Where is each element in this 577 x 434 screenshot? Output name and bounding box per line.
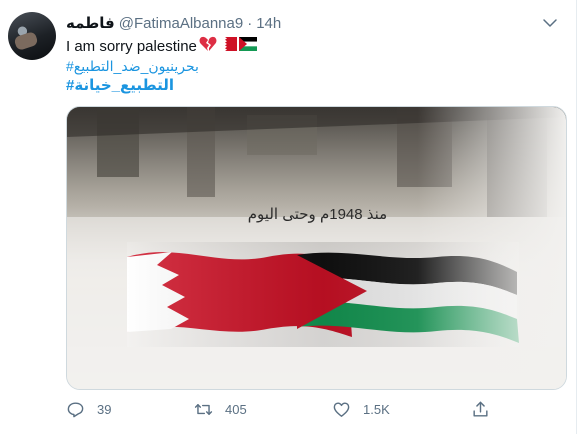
retweet-count: 405 [225, 401, 247, 417]
share-icon [473, 401, 488, 417]
bahrain-flag-icon [218, 37, 237, 57]
share-button[interactable] [471, 397, 502, 421]
display-name[interactable]: فاطمه [66, 14, 115, 32]
reply-count: 39 [97, 401, 112, 417]
heart-icon [333, 401, 350, 417]
tweet-image[interactable]: منذ 1948م وحتى اليوم [66, 106, 567, 390]
tweet-header: فاطمه @FatimaAlbanna9 · 14h [66, 13, 281, 33]
broken-heart-icon [199, 36, 217, 58]
hashtag-link[interactable]: #بحرينيون_ضد_التطبيع [66, 56, 199, 76]
palestine-flag-icon [238, 37, 257, 57]
tweet-text-content: I am sorry palestine [66, 38, 197, 55]
separator-dot: · [247, 14, 253, 32]
reply-button[interactable]: 39 [66, 397, 111, 421]
user-handle[interactable]: @FatimaAlbanna9 [119, 15, 243, 32]
retweet-icon [194, 403, 213, 415]
avatar[interactable] [8, 12, 56, 60]
reply-icon [67, 401, 84, 417]
chevron-down-icon[interactable] [541, 14, 559, 32]
like-count: 1.5K [363, 401, 390, 417]
tweet-timestamp[interactable]: 14h [256, 15, 281, 32]
hashtag-link[interactable]: #التطبيع_خيانة [66, 76, 174, 96]
flags-illustration [67, 107, 566, 389]
image-caption: منذ 1948م وحتى اليوم [247, 206, 388, 223]
tweet-actions: 39 405 1.5K [66, 397, 566, 421]
like-button[interactable]: 1.5K [332, 397, 390, 421]
retweet-button[interactable]: 405 [194, 397, 247, 421]
tweet-card[interactable]: فاطمه @FatimaAlbanna9 · 14h I am sorry p… [0, 0, 577, 434]
tweet-text: I am sorry palestine [66, 36, 257, 58]
